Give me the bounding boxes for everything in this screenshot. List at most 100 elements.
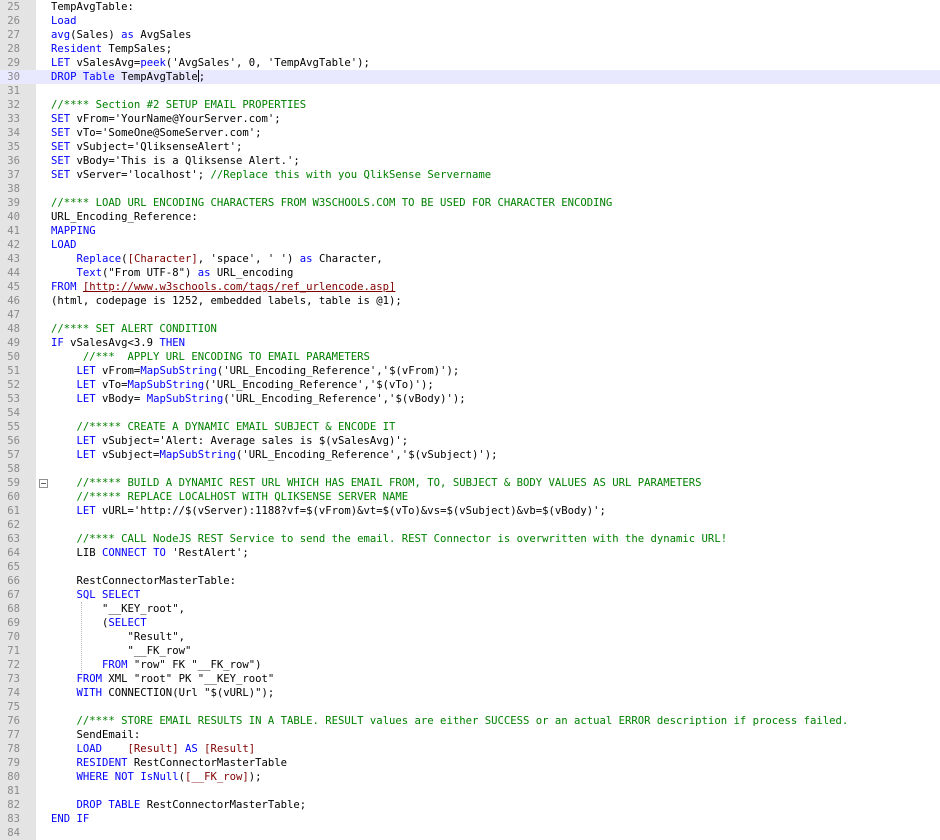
code-line[interactable]: 27 avg(Sales) as AvgSales bbox=[0, 28, 940, 42]
keyword-token: LET bbox=[76, 505, 96, 517]
code-line[interactable]: 64 LIB CONNECT TO 'RestAlert'; bbox=[0, 546, 940, 560]
keyword-token: RESIDENT bbox=[76, 757, 128, 769]
line-number: 77 bbox=[7, 729, 20, 741]
code-text: "__FK_row" bbox=[51, 644, 192, 658]
code-line[interactable]: 45 FROM [http://www.w3schools.com/tags/re… bbox=[0, 280, 940, 294]
code-line[interactable]: 58 bbox=[0, 462, 940, 476]
code-line[interactable]: 78 LOAD [Result] AS [Result] bbox=[0, 742, 940, 756]
line-number: 50 bbox=[7, 351, 20, 363]
code-line[interactable]: 35 SET vSubject='QliksenseAlert'; bbox=[0, 140, 940, 154]
function-token: IsNull bbox=[140, 771, 179, 783]
code-line[interactable]: 44 Text("From UTF-8") as URL_encoding bbox=[0, 266, 940, 280]
code-line[interactable]: 49 IF vSalesAvg<3.9 THEN bbox=[0, 336, 940, 350]
line-number: 39 bbox=[7, 197, 20, 209]
code-line[interactable]: 54 bbox=[0, 406, 940, 420]
code-line[interactable]: 50 //*** APPLY URL ENCODING TO EMAIL PAR… bbox=[0, 350, 940, 364]
code-line[interactable]: 82 DROP TABLE RestConnectorMasterTable; bbox=[0, 798, 940, 812]
code-line[interactable]: 33 SET vFrom='YourName@YourServer.com'; bbox=[0, 112, 940, 126]
code-line[interactable]: 39 //**** LOAD URL ENCODING CHARACTERS FR… bbox=[0, 196, 940, 210]
line-number: 56 bbox=[7, 435, 20, 447]
code-text: LET vFrom=MapSubString('URL_Encoding_Ref… bbox=[51, 364, 460, 378]
url-token[interactable]: [http://www.w3schools.com/tags/ref_urlen… bbox=[83, 281, 396, 293]
code-text: END IF bbox=[51, 812, 89, 826]
code-line[interactable]: 67 SQL SELECT bbox=[0, 588, 940, 602]
code-line[interactable]: 84 bbox=[0, 826, 940, 840]
code-line[interactable]: 71 "__FK_row" bbox=[0, 644, 940, 658]
code-line[interactable]: 74 WITH CONNECTION(Url "$(vURL)"); bbox=[0, 686, 940, 700]
code-line[interactable]: 83 END IF bbox=[0, 812, 940, 826]
code-text: //*** APPLY URL ENCODING TO EMAIL PARAME… bbox=[51, 350, 370, 364]
code-text: //**** Section #2 SETUP EMAIL PROPERTIES bbox=[51, 98, 306, 112]
code-line[interactable]: 81 bbox=[0, 784, 940, 798]
code-line[interactable]: 60 //***** REPLACE LOCALHOST WITH QLIKSE… bbox=[0, 490, 940, 504]
code-text: LET vSubject=MapSubString('URL_Encoding_… bbox=[51, 448, 498, 462]
code-line[interactable]: 48 //**** SET ALERT CONDITION bbox=[0, 322, 940, 336]
code-line[interactable]: 37 SET vServer='localhost'; //Replace thi… bbox=[0, 168, 940, 182]
code-line[interactable]: 70 "Result", bbox=[0, 630, 940, 644]
line-number: 26 bbox=[7, 15, 20, 27]
code-line[interactable]: 40 URL_Encoding_Reference: bbox=[0, 210, 940, 224]
code-line[interactable]: 62 bbox=[0, 518, 940, 532]
code-line[interactable]: 69 (SELECT bbox=[0, 616, 940, 630]
code-line[interactable]: 41 MAPPING bbox=[0, 224, 940, 238]
field-token: [__FK_row] bbox=[185, 771, 249, 783]
code-line[interactable]: 53 LET vBody= MapSubString('URL_Encoding… bbox=[0, 392, 940, 406]
text-token: ('URL_Encoding_Reference','$(vBody)'); bbox=[223, 393, 466, 405]
code-line[interactable]: 42 LOAD bbox=[0, 238, 940, 252]
code-text: FROM "row" FK "__FK_row") bbox=[51, 658, 261, 672]
code-line[interactable]: 36 SET vBody='This is a Qliksense Alert.'… bbox=[0, 154, 940, 168]
keyword-token: DROP bbox=[51, 71, 77, 83]
code-line[interactable]: 31 bbox=[0, 84, 940, 98]
code-line[interactable]: 77 SendEmail: bbox=[0, 728, 940, 742]
code-line[interactable]: 26 Load bbox=[0, 14, 940, 28]
code-text: WHERE NOT IsNull([__FK_row]); bbox=[51, 770, 262, 784]
keyword-token: as bbox=[299, 253, 313, 265]
code-line[interactable]: 65 bbox=[0, 560, 940, 574]
comment-token: //**** LOAD URL ENCODING CHARACTERS FROM… bbox=[51, 197, 613, 209]
code-line[interactable]: 51 LET vFrom=MapSubString('URL_Encoding_… bbox=[0, 364, 940, 378]
code-line[interactable]: 29 LET vSalesAvg=peek('AvgSales', 0, 'Tem… bbox=[0, 56, 940, 70]
line-number: 64 bbox=[7, 547, 20, 559]
code-line[interactable]: 28 Resident TempSales; bbox=[0, 42, 940, 56]
code-line[interactable]: 61 LET vURL='http://$(vServer):1188?vf=$… bbox=[0, 504, 940, 518]
code-line[interactable]: 66 RestConnectorMasterTable: bbox=[0, 574, 940, 588]
code-line[interactable]: 30 DROP Table TempAvgTable; bbox=[0, 70, 940, 84]
fold-collapse-icon[interactable] bbox=[39, 479, 48, 488]
code-line[interactable]: 80 WHERE NOT IsNull([__FK_row]); bbox=[0, 770, 940, 784]
text-token: RestConnectorMasterTable; bbox=[140, 799, 307, 811]
code-line[interactable]: 63 //**** CALL NodeJS REST Service to se… bbox=[0, 532, 940, 546]
code-line[interactable]: 76 //**** STORE EMAIL RESULTS IN A TABLE… bbox=[0, 714, 940, 728]
code-line[interactable]: 34 SET vTo='SomeOne@SomeServer.com'; bbox=[0, 126, 940, 140]
code-text: RestConnectorMasterTable: bbox=[51, 574, 236, 588]
code-text: (html, codepage is 1252, embedded labels… bbox=[51, 294, 402, 308]
code-editor[interactable]: 25 TempAvgTable: 26 Load 27 avg(Sales) as Avg… bbox=[0, 0, 940, 840]
code-line[interactable]: 75 bbox=[0, 700, 940, 714]
code-line[interactable]: 43 Replace([Character], 'space', ' ') as… bbox=[0, 252, 940, 266]
code-line[interactable]: 47 bbox=[0, 308, 940, 322]
code-line[interactable]: 57 LET vSubject=MapSubString('URL_Encodi… bbox=[0, 448, 940, 462]
code-line[interactable]: 55 //***** CREATE A DYNAMIC EMAIL SUBJEC… bbox=[0, 420, 940, 434]
code-line[interactable]: 73 FROM XML "root" PK "__KEY_root" bbox=[0, 672, 940, 686]
line-number: 33 bbox=[7, 113, 20, 125]
code-line[interactable]: 68 "__KEY_root", bbox=[0, 602, 940, 616]
line-number: 29 bbox=[7, 57, 20, 69]
code-line[interactable]: 38 bbox=[0, 182, 940, 196]
code-line[interactable]: 56 LET vSubject='Alert: Average sales is… bbox=[0, 434, 940, 448]
text-token: vTo='SomeOne@SomeServer.com'; bbox=[70, 127, 262, 139]
code-line[interactable]: 79 RESIDENT RestConnectorMasterTable bbox=[0, 756, 940, 770]
function-token: MapSubString bbox=[127, 379, 205, 391]
code-line[interactable]: 72 FROM "row" FK "__FK_row") bbox=[0, 658, 940, 672]
code-line[interactable]: 46 (html, codepage is 1252, embedded labe… bbox=[0, 294, 940, 308]
code-line[interactable]: 25 TempAvgTable: bbox=[0, 0, 940, 14]
code-line[interactable]: 52 LET vTo=MapSubString('URL_Encoding_Re… bbox=[0, 378, 940, 392]
code-text: SET vServer='localhost'; //Replace this … bbox=[51, 168, 491, 182]
code-line[interactable]: 59 //***** BUILD A DYNAMIC REST URL WHIC… bbox=[0, 476, 940, 490]
code-line[interactable]: 32 //**** Section #2 SETUP EMAIL PROPERTI… bbox=[0, 98, 940, 112]
keyword-token: Table bbox=[82, 71, 115, 83]
